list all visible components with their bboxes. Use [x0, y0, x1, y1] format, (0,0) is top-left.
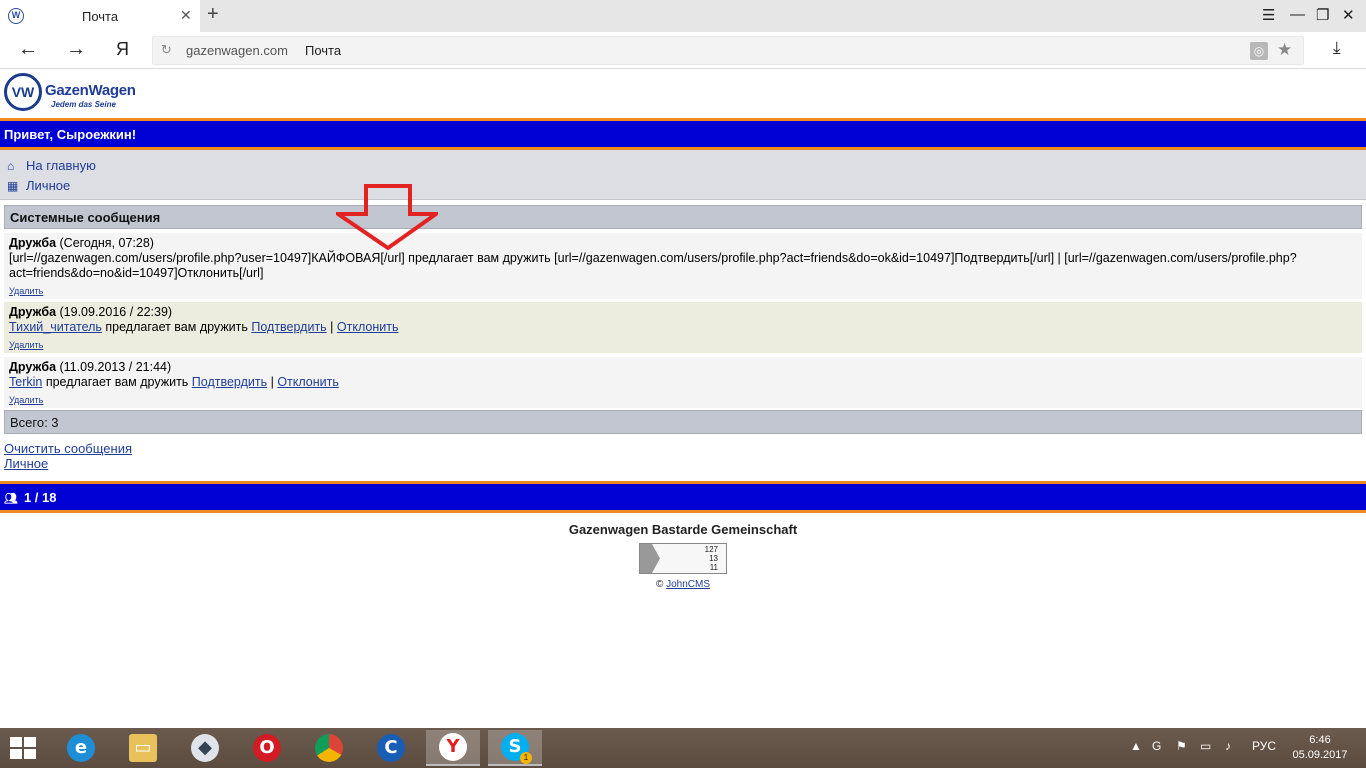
user-link[interactable]: Terkin: [9, 375, 42, 389]
menu-item-home[interactable]: ⌂ На главную: [7, 158, 96, 173]
bottom-links: Очистить сообщения Личное: [4, 441, 132, 471]
tab-close-icon[interactable]: ✕: [180, 7, 192, 24]
url-host: gazenwagen.com: [186, 43, 288, 58]
tray-g-icon[interactable]: G: [1152, 739, 1161, 753]
tab-active[interactable]: W Почта ✕: [0, 0, 200, 32]
language-indicator[interactable]: РУС: [1252, 739, 1276, 753]
confirm-link[interactable]: Подтвердить: [251, 320, 326, 334]
visit-counter[interactable]: 127 13 11: [639, 543, 727, 574]
bookmark-star-icon[interactable]: ★: [1277, 40, 1292, 60]
yandex-button[interactable]: Я: [116, 39, 129, 60]
counter-logo-icon: [640, 544, 660, 573]
copyright-prefix: ©: [655, 579, 667, 590]
counter-online: 11: [709, 563, 718, 572]
tray-chevron-icon[interactable]: ▲: [1130, 739, 1142, 753]
home-icon: ⌂: [7, 159, 15, 173]
windows-taskbar: e ▭ ◆ O C Y S1 ▲ G ⚑ ▭ ♪ РУС 6:46 05.09.…: [0, 728, 1366, 768]
user-link[interactable]: Тихий_читатель: [9, 320, 102, 334]
message-text: предлагает вам дружить: [101, 320, 252, 334]
greeting-text: Привет, Сыроежкин!: [4, 127, 137, 142]
message-date: (11.09.2013 / 21:44): [59, 360, 172, 374]
grid-icon: ▦: [7, 179, 19, 193]
browser-toolbar: ← → Я ↻ gazenwagen.com Почта ◎ ★ ⤓: [0, 32, 1366, 69]
close-window-icon[interactable]: ✕: [1342, 6, 1355, 24]
minimize-icon[interactable]: —: [1290, 6, 1305, 23]
address-bar[interactable]: ↻ gazenwagen.com Почта ◎ ★: [152, 36, 1304, 65]
message-item: Дружба (19.09.2016 / 22:39) Тихий_читате…: [4, 302, 1362, 353]
clock-date: 05.09.2017: [1292, 749, 1348, 761]
delete-link[interactable]: Удалить: [9, 338, 1357, 353]
ie-app-icon[interactable]: e: [54, 730, 108, 766]
message-item: Дружба (Сегодня, 07:28) [url=//gazenwage…: [4, 233, 1362, 299]
explorer-app-icon[interactable]: ▭: [116, 730, 170, 766]
chrome-app-icon[interactable]: [302, 730, 356, 766]
total-count: Всего: 3: [4, 410, 1362, 434]
volume-icon[interactable]: ♪: [1225, 739, 1231, 753]
clock-time: 6:46: [1309, 734, 1331, 746]
online-count[interactable]: 1 / 18: [24, 490, 57, 505]
tray-flag-icon[interactable]: ⚑: [1176, 739, 1187, 753]
reject-link[interactable]: Отклонить: [337, 320, 399, 334]
personal-link[interactable]: Личное: [4, 456, 132, 471]
clock[interactable]: 6:46 05.09.2017: [1288, 733, 1352, 763]
url-page-title: Почта: [305, 43, 342, 58]
counter-hosts: 13: [709, 554, 718, 563]
message-text: предлагает вам дружить: [42, 375, 192, 389]
browser-menu-icon[interactable]: ☰: [1262, 6, 1275, 24]
message-date: (Сегодня, 07:28): [59, 236, 154, 250]
confirm-link[interactable]: Подтвердить: [192, 375, 267, 389]
site-favicon-icon: W: [8, 8, 24, 24]
menu-label-home[interactable]: На главную: [26, 158, 96, 173]
security-app-icon[interactable]: ◆: [178, 730, 232, 766]
greeting-bar: Привет, Сыроежкин!: [0, 118, 1366, 150]
browser-tabbar: W Почта ✕ + ☰ — ❐ ✕: [0, 0, 1366, 32]
delete-link[interactable]: Удалить: [9, 393, 1357, 408]
protect-icon[interactable]: ◎: [1250, 42, 1268, 60]
logo-slogan: Jedem das Seine: [51, 100, 116, 109]
opera-app-icon[interactable]: O: [240, 730, 294, 766]
back-arrow-icon[interactable]: ←: [18, 38, 38, 61]
logo-text[interactable]: GazenWagen: [45, 82, 136, 99]
red-arrow-annotation: [336, 184, 438, 251]
skype-badge: 1: [520, 752, 532, 764]
message-type: Дружба: [9, 236, 57, 250]
reload-icon[interactable]: ↻: [161, 42, 172, 58]
skype-app-icon[interactable]: S1: [488, 730, 542, 766]
network-icon[interactable]: ▭: [1200, 739, 1211, 753]
windows-start-icon[interactable]: [10, 737, 38, 761]
message-body: [url=//gazenwagen.com/users/profile.php?…: [9, 251, 1297, 280]
logo-emblem[interactable]: VW: [4, 73, 42, 111]
users-icon[interactable]: 👥︎: [4, 493, 18, 505]
message-date: (19.09.2016 / 22:39): [59, 305, 173, 319]
main-menu: ⌂ На главную ▦ Личное: [0, 150, 1366, 200]
delete-link[interactable]: Удалить: [9, 284, 1357, 299]
message-item: Дружба (11.09.2013 / 21:44) Terkin предл…: [4, 357, 1362, 408]
new-tab-button[interactable]: +: [207, 3, 219, 26]
separator: |: [326, 320, 337, 334]
online-bar: 👥︎ 1 / 18: [0, 481, 1366, 513]
message-type: Дружба: [9, 305, 57, 319]
ccleaner-app-icon[interactable]: C: [364, 730, 418, 766]
counter-views: 127: [704, 545, 718, 554]
clear-messages-link[interactable]: Очистить сообщения: [4, 441, 132, 456]
restore-icon[interactable]: ❐: [1316, 6, 1329, 24]
site-header: VW GazenWagen Jedem das Seine: [0, 69, 1366, 119]
separator: |: [267, 375, 278, 389]
download-icon[interactable]: ⤓: [1333, 38, 1341, 58]
reject-link[interactable]: Отклонить: [277, 375, 339, 389]
johncms-link[interactable]: JohnCMS: [666, 579, 710, 590]
copyright: © JohnCMS: [0, 579, 1366, 590]
tab-title: Почта: [82, 9, 119, 24]
yandex-browser-app-icon[interactable]: Y: [426, 730, 480, 766]
forward-arrow-icon[interactable]: →: [66, 38, 86, 61]
menu-label-personal[interactable]: Личное: [26, 178, 70, 193]
section-title: Системные сообщения: [4, 205, 1362, 229]
menu-item-personal[interactable]: ▦ Личное: [7, 178, 70, 193]
message-type: Дружба: [9, 360, 57, 374]
footer-title: Gazenwagen Bastarde Gemeinschaft: [568, 522, 798, 537]
